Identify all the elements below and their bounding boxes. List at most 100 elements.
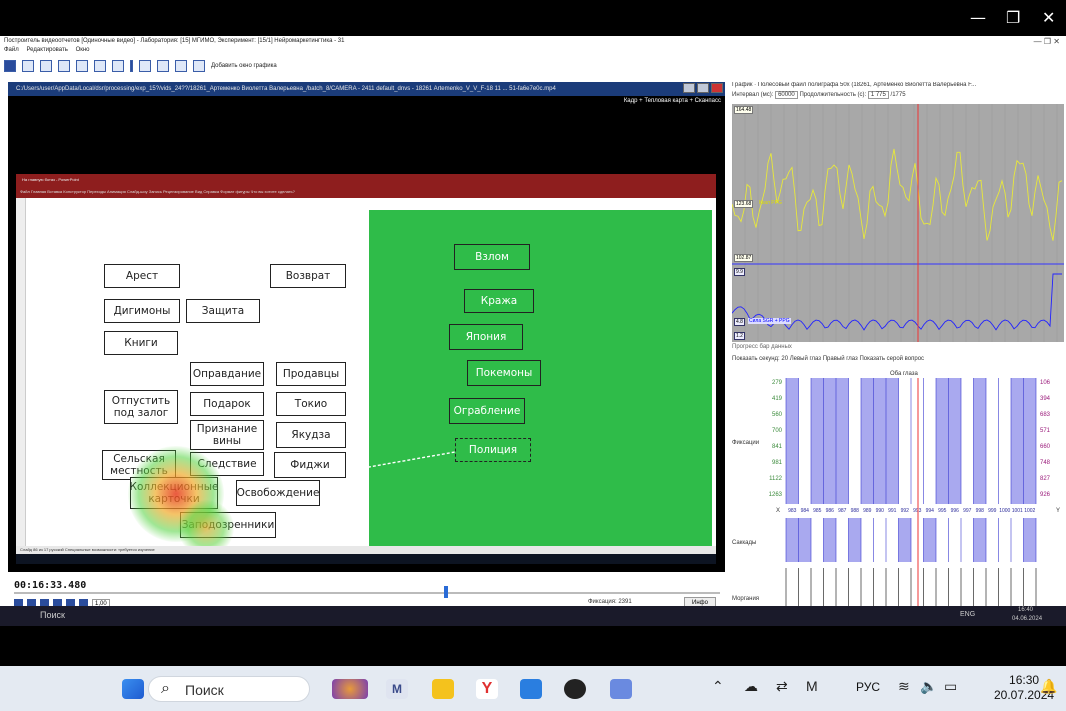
wifi-icon[interactable]: ≋: [898, 678, 910, 695]
y-tick-left: 279: [772, 380, 783, 386]
usb-icon[interactable]: ⇄: [776, 678, 788, 695]
y-tick-left: 981: [772, 460, 783, 466]
widget-icon[interactable]: [332, 679, 368, 699]
saccade-bar: [1023, 518, 1036, 562]
seek-thumb[interactable]: [444, 586, 448, 598]
card: Сельская местность: [102, 450, 176, 480]
new-document-icon[interactable]: [22, 60, 34, 72]
notification-icon[interactable]: 🔔: [1040, 678, 1057, 695]
row-label: Саккады: [732, 540, 756, 546]
menu-icon[interactable]: [4, 60, 16, 72]
inner-search: Поиск: [40, 610, 65, 620]
card: Заподозренники: [180, 512, 276, 538]
card: Покемоны: [467, 360, 541, 386]
list-alt-icon[interactable]: [112, 60, 124, 72]
y-tick-left: 560: [772, 412, 783, 418]
inner-time: 16:40: [1018, 607, 1034, 613]
axis-label: 1.2: [734, 332, 745, 340]
grid-icon[interactable]: [76, 60, 88, 72]
card: Фиджи: [274, 452, 346, 478]
slide-green-area: Взлом Кража Япония Покемоны Ограбление П…: [363, 210, 712, 547]
card: Возврат: [270, 264, 346, 288]
add-graph-icon[interactable]: [193, 60, 205, 72]
pp-slide-pane: [16, 198, 26, 546]
battery-icon[interactable]: ▭: [944, 678, 957, 695]
video-title: C:/Users/user/AppData/Local/dsr/processi…: [8, 82, 725, 96]
card: Арест: [104, 264, 180, 288]
restore-button[interactable]: ❐: [1006, 8, 1020, 27]
open-document-icon[interactable]: [40, 60, 52, 72]
video-maximize-button[interactable]: [697, 83, 709, 93]
chevron-up-icon[interactable]: ⌃: [712, 678, 724, 695]
chart-icon[interactable]: [157, 60, 169, 72]
x-tick: 990: [876, 508, 885, 514]
x-tick: 1002: [1024, 508, 1035, 514]
interval-label: Интервал (мс):: [732, 92, 774, 98]
x-tick: 983: [788, 508, 797, 514]
start-icon[interactable]: [122, 679, 144, 699]
menu-file[interactable]: Файл: [4, 47, 19, 53]
search-input[interactable]: ⌕ Поиск: [148, 676, 310, 702]
card: Отпустить под залог: [104, 390, 178, 424]
language-indicator[interactable]: РУС: [856, 680, 880, 694]
save-icon[interactable]: [58, 60, 70, 72]
folder-icon[interactable]: [432, 679, 454, 699]
app-icon[interactable]: M: [386, 679, 408, 699]
taskbar: ⌕ Поиск M Y ⌃ ☁ ⇄ M РУС ≋ 🔈 ▭ 16:30 20.0…: [0, 666, 1066, 711]
y-tick-right: 683: [1040, 412, 1051, 418]
video-window: C:/Users/user/AppData/Local/dsr/processi…: [8, 82, 725, 572]
person-icon[interactable]: [139, 60, 151, 72]
cloud-icon[interactable]: ☁: [744, 678, 758, 695]
y-tick-right: 748: [1040, 460, 1051, 466]
duration-input[interactable]: 1 775: [867, 91, 889, 99]
media-player-icon[interactable]: [564, 679, 586, 699]
graph-interval-row: Интервал (мс): 60000 Продолжительность (…: [732, 91, 906, 99]
card: Взлом: [454, 244, 530, 270]
pp-title: На главную ботаз - PowerPoint: [16, 174, 716, 186]
inner-video-taskbar: [16, 554, 716, 564]
fixation-bar: [861, 378, 899, 504]
x-tick: 984: [801, 508, 810, 514]
minimize-button[interactable]: —: [970, 8, 986, 27]
x-tick: 992: [901, 508, 910, 514]
x-tick: 991: [888, 508, 897, 514]
ppg-line: [731, 148, 1063, 241]
browser-icon[interactable]: [520, 679, 542, 699]
saccade-bar: [823, 518, 836, 562]
powerpoint-frame: На главную ботаз - PowerPoint Файл Главн…: [16, 174, 716, 564]
pp-status-bar: Слайд 86 из 17 русский Специальные возмо…: [16, 546, 716, 554]
scanpath-line: [363, 451, 456, 469]
close-button[interactable]: ✕: [1042, 8, 1055, 27]
progress-options[interactable]: Показать секунд: 20 Левый глаз Правый гл…: [732, 356, 924, 362]
card: Ограбление: [449, 398, 525, 424]
yandex-browser-icon[interactable]: Y: [476, 679, 498, 699]
video-window-buttons[interactable]: [683, 83, 723, 93]
app-window-controls[interactable]: — ❐ ✕: [1034, 37, 1060, 46]
pointer-icon[interactable]: [175, 60, 187, 72]
menu-window[interactable]: Окно: [76, 47, 90, 53]
fixation-bar: [811, 378, 849, 504]
app-tray-icon[interactable]: M: [806, 678, 818, 694]
search-icon: ⌕: [161, 680, 170, 697]
interval-input[interactable]: 60000: [775, 91, 798, 99]
sgr-label: Сила SGR + PPG: [748, 318, 791, 324]
outer-window-bar: — ❐ ✕: [0, 0, 1066, 36]
duration-max: /1775: [890, 92, 906, 98]
axis-label: 102.87: [734, 254, 754, 262]
card: Коллекционные карточки: [130, 477, 219, 509]
saccade-bar: [973, 518, 986, 562]
app-window: Построитель видеоотчетов [Одиночные виде…: [0, 36, 1066, 626]
video-close-button[interactable]: [711, 83, 723, 93]
card: Признание вины: [190, 420, 264, 450]
volume-icon[interactable]: 🔈: [920, 678, 937, 695]
video-minimize-button[interactable]: [683, 83, 695, 93]
card: Дигимоны: [104, 299, 180, 323]
x-tick: 995: [938, 508, 947, 514]
menu-edit[interactable]: Редактировать: [26, 47, 67, 53]
video-report-app-icon[interactable]: [610, 679, 632, 699]
list-icon[interactable]: [94, 60, 106, 72]
axis-label: 9.9: [734, 268, 745, 276]
seek-bar[interactable]: [14, 586, 720, 598]
saccade-bar: [923, 518, 936, 562]
add-graph-window-button[interactable]: Добавить окно графика: [211, 63, 277, 69]
